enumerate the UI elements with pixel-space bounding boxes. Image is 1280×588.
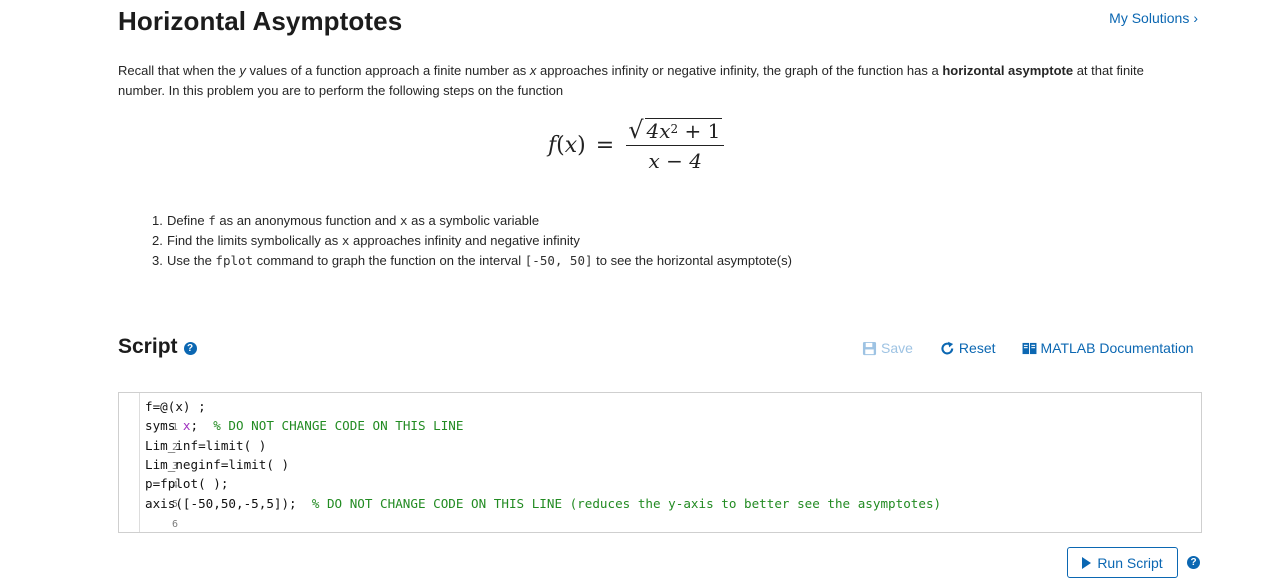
code-line[interactable]: 3 Lim_inf=limit( ) bbox=[119, 436, 1201, 472]
step-text: Define bbox=[167, 213, 209, 228]
book-icon bbox=[1022, 342, 1036, 354]
question-circle-icon[interactable]: ? bbox=[183, 341, 197, 355]
intro-text-2: values of a function approach a finite n… bbox=[245, 63, 530, 78]
step-code: fplot bbox=[215, 253, 254, 268]
step-number: 1. bbox=[152, 213, 163, 228]
step-code: x bbox=[400, 213, 408, 228]
sqrt-icon: √ bbox=[628, 116, 644, 144]
code-segment: ; bbox=[190, 418, 214, 434]
page-title: Horizontal Asymptotes bbox=[118, 6, 403, 36]
step-code: [-50, 50] bbox=[524, 253, 593, 268]
code-segment: axis([-50,50,-5,5]); bbox=[145, 495, 312, 511]
code-segment: syms bbox=[145, 418, 183, 434]
script-toolbar: Save Reset MATLAB Documentation bbox=[862, 340, 1194, 356]
save-button[interactable]: Save bbox=[862, 340, 913, 356]
intro-text-1: Recall that when the bbox=[118, 63, 240, 78]
step-item: 2. Find the limits symbolically as x appr… bbox=[152, 231, 792, 251]
formula-fraction: √ 4x2 + 1 x − 4 bbox=[626, 118, 725, 174]
code-variable: x bbox=[182, 418, 191, 434]
problem-intro: Recall that when the y values of a funct… bbox=[118, 61, 1178, 101]
formula-f: f bbox=[548, 132, 557, 158]
step-text: as a symbolic variable bbox=[407, 213, 540, 228]
function-formula: f(x) = √ 4x2 + 1 x − 4 bbox=[548, 118, 725, 174]
my-solutions-label: My Solutions bbox=[1109, 10, 1190, 26]
code-text: axis([-50,50,-5,5]); % DO NOT CHANGE COD… bbox=[145, 494, 941, 513]
code-line[interactable]: 2 syms x; % DO NOT CHANGE CODE ON THIS L… bbox=[119, 416, 1201, 452]
question-circle-icon[interactable]: ? bbox=[1187, 556, 1200, 569]
formula-radicand: 4x2 + 1 bbox=[644, 118, 723, 143]
formula-lhs: f(x) bbox=[548, 132, 586, 158]
step-text: as an anonymous function and bbox=[215, 213, 401, 228]
code-segment: Lim_neginf=limit( ) bbox=[145, 456, 290, 472]
code-line[interactable]: 6 axis([-50,50,-5,5]); % DO NOT CHANGE C… bbox=[119, 494, 1201, 530]
step-text: command to graph the function on the int… bbox=[253, 253, 525, 268]
radicand-term: 4x bbox=[646, 119, 671, 143]
step-text: Find the limits symbolically as bbox=[167, 233, 342, 248]
my-solutions-link[interactable]: My Solutions › bbox=[1109, 10, 1198, 26]
code-line[interactable]: 5 p=fplot( ); bbox=[119, 474, 1201, 510]
run-script-button[interactable]: Run Script bbox=[1067, 547, 1178, 578]
code-editor[interactable]: 1 f=@(x) ; 2 syms x; % DO NOT CHANGE COD… bbox=[118, 392, 1202, 533]
step-text: approaches infinity and negative infinit… bbox=[349, 233, 580, 248]
documentation-label: MATLAB Documentation bbox=[1040, 340, 1194, 356]
play-icon bbox=[1082, 556, 1092, 569]
formula-x: x bbox=[564, 132, 578, 158]
reset-arrow-icon bbox=[941, 341, 954, 354]
formula-denominator: x − 4 bbox=[648, 149, 703, 174]
code-segment: Lim_inf=limit( ) bbox=[145, 437, 267, 453]
matlab-documentation-link[interactable]: MATLAB Documentation bbox=[1022, 340, 1194, 356]
run-script-label: Run Script bbox=[1097, 554, 1163, 571]
formula-numerator: √ 4x2 + 1 bbox=[626, 118, 724, 145]
steps-list: 1. Define f as an anonymous function and … bbox=[152, 211, 792, 271]
code-text: Lim_neginf=limit( ) bbox=[145, 455, 289, 474]
step-item: 1. Define f as an anonymous function and … bbox=[152, 211, 792, 231]
code-line[interactable]: 4 Lim_neginf=limit( ) bbox=[119, 455, 1201, 491]
code-segment: f=@(x) ; bbox=[145, 399, 206, 414]
floppy-disk-icon bbox=[862, 341, 877, 355]
code-text: p=fplot( ); bbox=[145, 474, 228, 493]
code-text: Lim_inf=limit( ) bbox=[145, 436, 266, 455]
step-text: Use the bbox=[167, 253, 216, 268]
step-code: f bbox=[208, 213, 216, 228]
radicand-exponent: 2 bbox=[670, 122, 679, 136]
formula-equals: = bbox=[595, 132, 615, 158]
step-item: 3. Use the fplot command to graph the fun… bbox=[152, 251, 792, 271]
intro-bold-term: horizontal asymptote bbox=[942, 63, 1074, 78]
intro-text-3: approaches infinity or negative infinity… bbox=[536, 63, 943, 78]
code-line[interactable]: 1 f=@(x) ; bbox=[119, 397, 1201, 433]
code-comment: % DO NOT CHANGE CODE ON THIS LINE bbox=[213, 418, 464, 434]
step-number: 3. bbox=[152, 253, 163, 268]
step-number: 2. bbox=[152, 233, 163, 248]
code-comment: % DO NOT CHANGE CODE ON THIS LINE (reduc… bbox=[311, 495, 942, 511]
reset-label: Reset bbox=[958, 340, 996, 356]
code-text: syms x; % DO NOT CHANGE CODE ON THIS LIN… bbox=[145, 416, 463, 435]
script-title: Script bbox=[118, 335, 178, 358]
radicand-tail: + 1 bbox=[678, 119, 721, 143]
line-number: 6 bbox=[171, 518, 179, 530]
chevron-right-icon: › bbox=[1193, 10, 1198, 26]
code-segment: p=fplot( ); bbox=[145, 476, 229, 492]
page: Horizontal Asymptotes My Solutions › Reca… bbox=[0, 0, 1280, 588]
script-heading: Script ? bbox=[118, 335, 197, 359]
code-text: f=@(x) ; bbox=[145, 397, 206, 416]
save-label: Save bbox=[881, 340, 913, 356]
step-text: to see the horizontal asymptote(s) bbox=[592, 253, 792, 268]
reset-button[interactable]: Reset bbox=[940, 340, 996, 356]
